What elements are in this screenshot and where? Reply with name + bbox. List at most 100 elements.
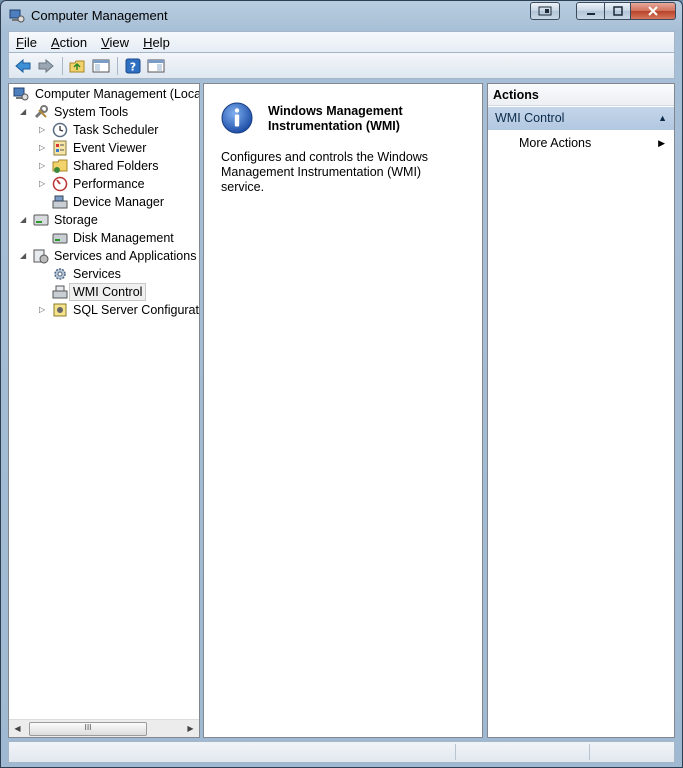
wmi-control-icon [52,285,68,299]
expand-arrow-icon[interactable]: ▷ [39,301,48,319]
show-hide-console-tree-button[interactable] [90,56,112,76]
services-applications-icon [33,249,49,264]
window-title: Computer Management [31,8,168,23]
actions-header: Actions [488,84,674,106]
tree-label: SQL Server Configuratio [73,303,200,317]
show-hide-tree-icon [92,59,110,72]
snap-icon [538,6,552,16]
more-actions-label: More Actions [519,136,592,150]
minimize-icon [586,13,595,15]
tree-item-services[interactable]: Services [9,265,199,283]
submenu-arrow-icon: ▶ [658,138,665,148]
close-icon [648,6,658,16]
information-icon [221,102,253,134]
tree-item-device-manager[interactable]: Device Manager [9,193,199,211]
toolbar-separator [117,56,118,75]
caption-buttons [530,2,676,22]
tree-item-sql-server-configuration[interactable]: ▷ SQL Server Configuratio [9,301,199,319]
tree-item-services-and-applications[interactable]: ◢ Services and Applications [9,247,199,265]
menu-bar: File Action View Help [8,31,675,53]
computer-management-window: Computer Management File Action View Hel… [0,0,683,768]
snap-button[interactable] [530,2,560,20]
menu-file[interactable]: File [9,35,44,50]
tree-label-selected: WMI Control [69,283,147,301]
tree-item-storage[interactable]: ◢ Storage [9,211,199,229]
maximize-icon [612,6,623,16]
title-bar[interactable]: Computer Management [1,1,682,31]
shared-folder-icon [52,159,68,173]
sql-server-icon [53,303,67,317]
status-separator [589,744,590,760]
show-hide-action-pane-button[interactable] [145,56,167,76]
tree-label: Event Viewer [73,141,147,155]
menu-action[interactable]: Action [44,35,94,50]
console-tree-pane[interactable]: Computer Management (Local ◢ System Tool… [8,83,200,738]
forward-button[interactable] [35,56,57,76]
toolbar-separator [62,56,63,75]
actions-section-wmi-control[interactable]: WMI Control ▲ [488,107,674,130]
disk-management-icon [52,233,68,244]
close-button[interactable] [630,2,676,20]
performance-icon [52,176,68,192]
show-hide-action-pane-icon [147,59,165,72]
toolbar: ? [8,53,675,79]
tree-label: Device Manager [73,195,165,209]
actions-section-label: WMI Control [495,111,565,125]
expand-arrow-icon[interactable]: ▷ [39,139,48,157]
more-actions-item[interactable]: More Actions ▶ [488,132,674,154]
status-bar [8,741,675,763]
tree-label: Computer Management (Local [35,87,200,101]
tree-label: Services [73,267,121,281]
tree-label: Task Scheduler [73,123,159,137]
help-button[interactable]: ? [122,56,144,76]
collapse-up-icon[interactable]: ▲ [658,107,667,130]
wmi-description: Configures and controls the Windows Mana… [221,150,429,194]
tools-icon [34,105,48,119]
forward-arrow-icon [38,58,54,73]
tree-label: Storage [54,213,98,227]
tree-item-computer-management[interactable]: Computer Management (Local [9,85,199,103]
computer-management-icon [9,9,25,23]
collapse-arrow-icon[interactable]: ◢ [20,103,29,121]
tree-item-performance[interactable]: ▷ Performance [9,175,199,193]
scrollbar-thumb[interactable]: III [29,722,147,736]
storage-icon [33,214,49,226]
tree-item-shared-folders[interactable]: ▷ Shared Folders [9,157,199,175]
up-one-level-button[interactable] [67,56,89,76]
back-button[interactable] [12,56,34,76]
actions-pane: Actions WMI Control ▲ More Actions ▶ [487,83,675,738]
tree-item-task-scheduler[interactable]: ▷ Task Scheduler [9,121,199,139]
scroll-right-arrow-icon[interactable]: ▶ [182,720,199,737]
tree-item-wmi-control[interactable]: WMI Control [9,283,199,301]
computer-management-icon [13,87,29,101]
scroll-left-arrow-icon[interactable]: ◀ [9,720,26,737]
back-arrow-icon [15,58,31,73]
tree-item-event-viewer[interactable]: ▷ Event Viewer [9,139,199,157]
svg-text:?: ? [130,60,136,73]
status-separator [455,744,456,760]
scrollbar-grip: III [84,723,92,732]
clock-icon [52,122,68,138]
tree-label: Disk Management [73,231,174,245]
expand-arrow-icon[interactable]: ▷ [39,121,48,139]
tree-label: Performance [73,177,145,191]
menu-view[interactable]: View [94,35,136,50]
maximize-button[interactable] [604,2,630,20]
collapse-arrow-icon[interactable]: ◢ [20,247,29,265]
horizontal-scrollbar[interactable]: ◀ III ▶ [9,719,199,737]
expand-arrow-icon[interactable]: ▷ [39,175,48,193]
menu-help[interactable]: Help [136,35,177,50]
tree-label: Services and Applications [54,249,197,263]
collapse-arrow-icon[interactable]: ◢ [20,211,29,229]
device-manager-icon [52,195,68,209]
minimize-button[interactable] [576,2,604,20]
result-pane: Windows Management Instrumentation (WMI)… [203,83,483,738]
tree-label: Shared Folders [73,159,159,173]
tree-item-disk-management[interactable]: Disk Management [9,229,199,247]
tree-item-system-tools[interactable]: ◢ System Tools [9,103,199,121]
up-folder-icon [69,60,85,72]
help-icon: ? [125,58,141,73]
expand-arrow-icon[interactable]: ▷ [39,157,48,175]
tree-label: System Tools [54,105,129,119]
services-gear-icon [54,268,66,280]
